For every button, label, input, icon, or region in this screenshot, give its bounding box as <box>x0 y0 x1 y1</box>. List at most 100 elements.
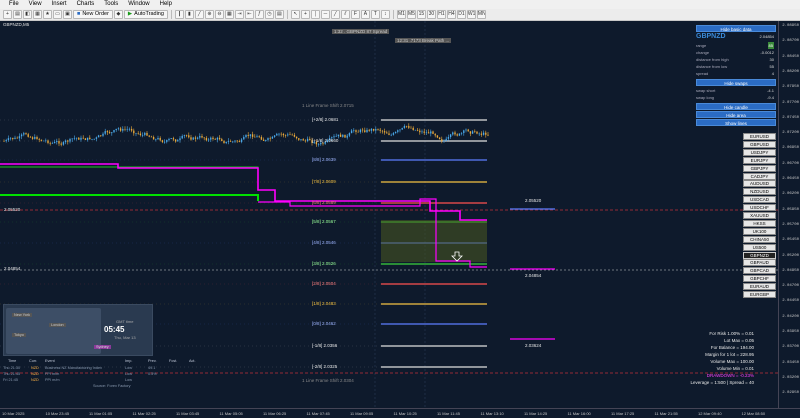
zoom-out-icon[interactable]: ⊖ <box>214 10 224 19</box>
candle-body <box>359 129 362 133</box>
pair-button-gbpaud[interactable]: GBPAUD <box>743 259 776 267</box>
pair-button-us500[interactable]: US500 <box>743 243 776 251</box>
candle-body <box>478 133 480 135</box>
menu-window[interactable]: Window <box>123 0 154 9</box>
pair-button-nzdusd[interactable]: NZDUSD <box>743 188 776 196</box>
pair-button-euraud[interactable]: EURAUD <box>743 283 776 291</box>
news-imp: Low <box>125 378 132 382</box>
pair-button-usdjpy[interactable]: USDJPY <box>743 148 776 156</box>
bar-chart-icon[interactable]: ┃ <box>174 10 184 19</box>
autoscroll-icon[interactable]: ⇥ <box>234 10 244 19</box>
price-tick: 2.03700 <box>782 345 799 350</box>
pair-button-usdcad[interactable]: USDCAD <box>743 196 776 204</box>
profiles-icon[interactable]: ▤ <box>13 10 22 19</box>
pair-button-xauusd[interactable]: XAUUSD <box>743 212 776 219</box>
candle-body <box>317 144 320 145</box>
pair-button-hkss[interactable]: HKSS <box>743 219 776 227</box>
navigator-icon[interactable]: ★ <box>43 10 52 19</box>
pair-button-uk100[interactable]: UK100 <box>743 227 776 235</box>
pair-button-gbpcad[interactable]: GBPCAD <box>743 267 776 275</box>
pair-button-cadjpy[interactable]: CADJPY <box>743 172 776 180</box>
news-row[interactable]: Thu 21:45 NZD FPI m/m Low 0.5% <box>3 372 213 377</box>
candle-body <box>304 140 307 142</box>
chart-shift-icon[interactable]: ⇤ <box>244 10 254 19</box>
hide-swaps-button[interactable]: Hide swaps <box>696 79 776 86</box>
fibonacci-icon[interactable]: F <box>350 10 360 19</box>
autotrading-button[interactable]: ▶ AutoTrading <box>123 10 168 19</box>
cursor-icon[interactable]: ↖ <box>290 10 300 19</box>
candle-body <box>355 130 357 132</box>
period-m1[interactable]: M1 <box>396 10 406 19</box>
metaeditor-icon[interactable]: ◆ <box>113 10 123 19</box>
price-chart[interactable]: GBPNZD,M5 1:32 . GBPNZD 87 Spread 12:31 … <box>0 21 778 408</box>
time-tick: 11 Mar 21:55 <box>654 411 678 416</box>
periods-icon[interactable]: ◷ <box>264 10 274 19</box>
terminal-icon[interactable]: ▭ <box>53 10 62 19</box>
period-mn[interactable]: MN <box>476 10 486 19</box>
hide-area-button[interactable]: Hide area <box>696 111 776 118</box>
period-h4[interactable]: H4 <box>446 10 456 19</box>
trendline-icon[interactable]: ╱ <box>330 10 340 19</box>
separator <box>286 10 288 19</box>
candle-body <box>78 137 80 140</box>
time-axis[interactable]: 10 Mar 2025 10 Mar 23:45 11 Mar 01:05 11 Ma… <box>0 408 800 418</box>
candle-body <box>168 138 170 141</box>
candlestick-icon[interactable]: ▮ <box>184 10 194 19</box>
candle-body <box>357 131 359 133</box>
line-chart-icon[interactable]: ╱ <box>194 10 204 19</box>
pair-button-china50[interactable]: CHINA50 <box>743 235 776 243</box>
menu-help[interactable]: Help <box>155 0 177 9</box>
candle-body <box>465 129 467 131</box>
crosshair-icon[interactable]: + <box>300 10 310 19</box>
period-m15[interactable]: 15 <box>416 10 426 19</box>
tile-windows-icon[interactable]: ▦ <box>224 10 234 19</box>
left-price-label-2: 2.04854 <box>4 266 21 271</box>
label-icon[interactable]: T <box>370 10 380 19</box>
pair-button-audusd[interactable]: AUDUSD <box>743 180 776 188</box>
candle-body <box>361 129 364 131</box>
menu-insert[interactable]: Insert <box>47 0 72 9</box>
pair-button-gbpnzd[interactable]: GBPNZD <box>743 251 776 259</box>
news-row[interactable]: Thu 21:30 NZD Business NZ Manufacturing … <box>3 366 213 371</box>
news-row[interactable]: Fri 21:45 NZD PPI m/m Low <box>3 378 213 383</box>
data-window-icon[interactable]: ▦ <box>33 10 42 19</box>
hide-basic-data-button[interactable]: Hide basic data <box>696 25 776 32</box>
vertical-line-icon[interactable]: │ <box>310 10 320 19</box>
zoom-in-icon[interactable]: ⊕ <box>204 10 214 19</box>
price-axis[interactable]: 2.08950 2.08700 2.08450 2.08200 2.07950 2.077… <box>778 21 800 408</box>
tester-icon[interactable]: ▣ <box>63 10 72 19</box>
channel-icon[interactable]: ⫽ <box>340 10 350 19</box>
period-m5[interactable]: M5 <box>406 10 416 19</box>
period-h1[interactable]: H1 <box>436 10 446 19</box>
indicators-icon[interactable]: ƒ <box>254 10 264 19</box>
templates-icon[interactable]: ▤ <box>274 10 284 19</box>
market-watch-icon[interactable]: ◧ <box>23 10 32 19</box>
hide-candle-button[interactable]: Hide candle <box>696 103 776 110</box>
menu-charts[interactable]: Charts <box>72 0 100 9</box>
menu-file[interactable]: File <box>4 0 24 9</box>
pair-button-gbpjpy[interactable]: GBPJPY <box>743 164 776 172</box>
pair-price: 2.04854 <box>759 34 774 39</box>
candle-body <box>163 141 166 143</box>
pair-button-usdchf[interactable]: USDCHF <box>743 204 776 212</box>
pair-button-eurgbp[interactable]: EURGBP <box>743 291 776 298</box>
menu-tools[interactable]: Tools <box>99 0 123 9</box>
candle-body <box>86 137 89 140</box>
candle-body <box>280 133 282 135</box>
arrows-icon[interactable]: ↕ <box>380 10 390 19</box>
pair-button-eurusd[interactable]: EURUSD <box>743 133 776 140</box>
new-order-button[interactable]: ■ New Order <box>73 10 113 19</box>
period-d1[interactable]: D1 <box>456 10 466 19</box>
menu-view[interactable]: View <box>24 0 47 9</box>
pair-button-eurjpy[interactable]: EURJPY <box>743 156 776 164</box>
right-price-label-2: 2.04854 <box>525 273 542 278</box>
period-w1[interactable]: W1 <box>466 10 476 19</box>
horizontal-line-icon[interactable]: ─ <box>320 10 330 19</box>
text-icon[interactable]: A <box>360 10 370 19</box>
show-lines-button[interactable]: Show lines <box>696 119 776 126</box>
price-tick: 2.05200 <box>782 253 799 258</box>
pair-button-gbpusd[interactable]: GBPUSD <box>743 140 776 148</box>
period-m30[interactable]: 30 <box>426 10 436 19</box>
new-chart-icon[interactable]: + <box>3 10 12 19</box>
pair-button-gbpchf[interactable]: GBPCHF <box>743 275 776 283</box>
